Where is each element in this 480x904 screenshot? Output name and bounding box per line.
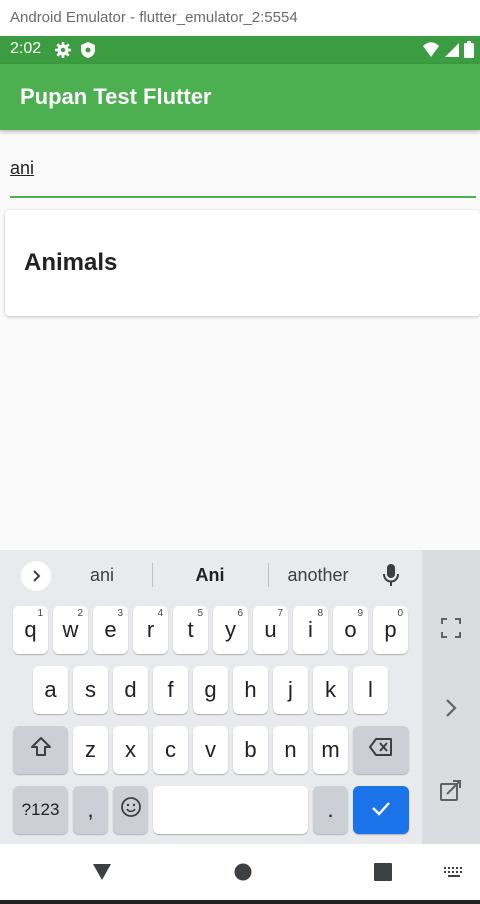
key-s[interactable]: s <box>73 666 108 714</box>
key-g[interactable]: g <box>193 666 228 714</box>
key-n[interactable]: n <box>273 726 308 774</box>
shift-icon <box>30 736 52 764</box>
result-card-title: Animals <box>24 249 118 276</box>
key-b[interactable]: b <box>233 726 268 774</box>
key-h[interactable]: h <box>233 666 268 714</box>
key-o[interactable]: o9 <box>333 606 368 654</box>
search-input[interactable]: ani <box>10 152 476 198</box>
mic-icon[interactable] <box>380 562 402 588</box>
key-p[interactable]: p0 <box>373 606 408 654</box>
suggestion-divider <box>268 563 269 587</box>
chevron-right-icon[interactable] <box>434 691 468 725</box>
key-z[interactable]: z <box>73 726 108 774</box>
shield-icon <box>80 41 96 64</box>
key-y[interactable]: y6 <box>213 606 248 654</box>
expand-icon[interactable] <box>434 611 468 645</box>
shift-key[interactable] <box>13 726 68 774</box>
app-bar: Pupan Test Flutter <box>0 64 480 130</box>
key-e[interactable]: e3 <box>93 606 128 654</box>
comma-key[interactable]: , <box>73 786 108 834</box>
signal-icon <box>444 42 460 63</box>
soft-keyboard: ani Ani another q1 w2 e3 r4 t5 y6 u7 i8 … <box>0 550 480 844</box>
symbols-key[interactable]: ?123 <box>13 786 68 834</box>
status-bar: 2:02 <box>0 36 480 64</box>
keyboard-side-panel <box>422 550 480 844</box>
enter-key[interactable] <box>353 786 409 834</box>
app-title: Pupan Test Flutter <box>20 84 212 109</box>
key-r[interactable]: r4 <box>133 606 168 654</box>
gear-icon <box>54 41 72 64</box>
key-k[interactable]: k <box>313 666 348 714</box>
wifi-icon <box>422 41 440 63</box>
backspace-key[interactable] <box>353 726 409 774</box>
status-time: 2:02 <box>10 40 42 57</box>
period-key[interactable]: . <box>313 786 348 834</box>
suggestion-3[interactable]: another <box>276 565 360 586</box>
key-x[interactable]: x <box>113 726 148 774</box>
key-d[interactable]: d <box>113 666 148 714</box>
check-icon <box>370 797 392 823</box>
emoji-key[interactable] <box>113 786 148 834</box>
key-i[interactable]: i8 <box>293 606 328 654</box>
space-key[interactable] <box>153 786 308 834</box>
window-title: Android Emulator - flutter_emulator_2:55… <box>0 0 480 36</box>
home-icon[interactable] <box>229 858 257 886</box>
suggestion-1[interactable]: ani <box>62 565 142 586</box>
key-a[interactable]: a <box>33 666 68 714</box>
key-l[interactable]: l <box>353 666 388 714</box>
popout-icon[interactable] <box>434 773 468 807</box>
backspace-icon <box>368 737 394 763</box>
key-j[interactable]: j <box>273 666 308 714</box>
chevron-right-icon[interactable] <box>21 561 51 591</box>
search-input-value: ani <box>10 158 35 178</box>
keyboard-icon[interactable] <box>440 858 468 886</box>
suggestion-strip: ani Ani another <box>0 550 422 600</box>
battery-icon <box>464 41 474 63</box>
suggestion-divider <box>152 563 153 587</box>
emoji-icon <box>120 796 142 824</box>
key-u[interactable]: u7 <box>253 606 288 654</box>
back-icon[interactable] <box>88 858 116 886</box>
suggestion-2[interactable]: Ani <box>160 565 260 586</box>
key-f[interactable]: f <box>153 666 188 714</box>
key-q[interactable]: q1 <box>13 606 48 654</box>
recents-icon[interactable] <box>369 858 397 886</box>
nav-bar <box>0 844 480 900</box>
result-card[interactable]: Animals <box>5 210 480 316</box>
key-m[interactable]: m <box>313 726 348 774</box>
main-content: ani Animals <box>0 130 480 550</box>
key-t[interactable]: t5 <box>173 606 208 654</box>
key-v[interactable]: v <box>193 726 228 774</box>
screen-bottom-edge <box>0 900 480 904</box>
key-c[interactable]: c <box>153 726 188 774</box>
key-w[interactable]: w2 <box>53 606 88 654</box>
